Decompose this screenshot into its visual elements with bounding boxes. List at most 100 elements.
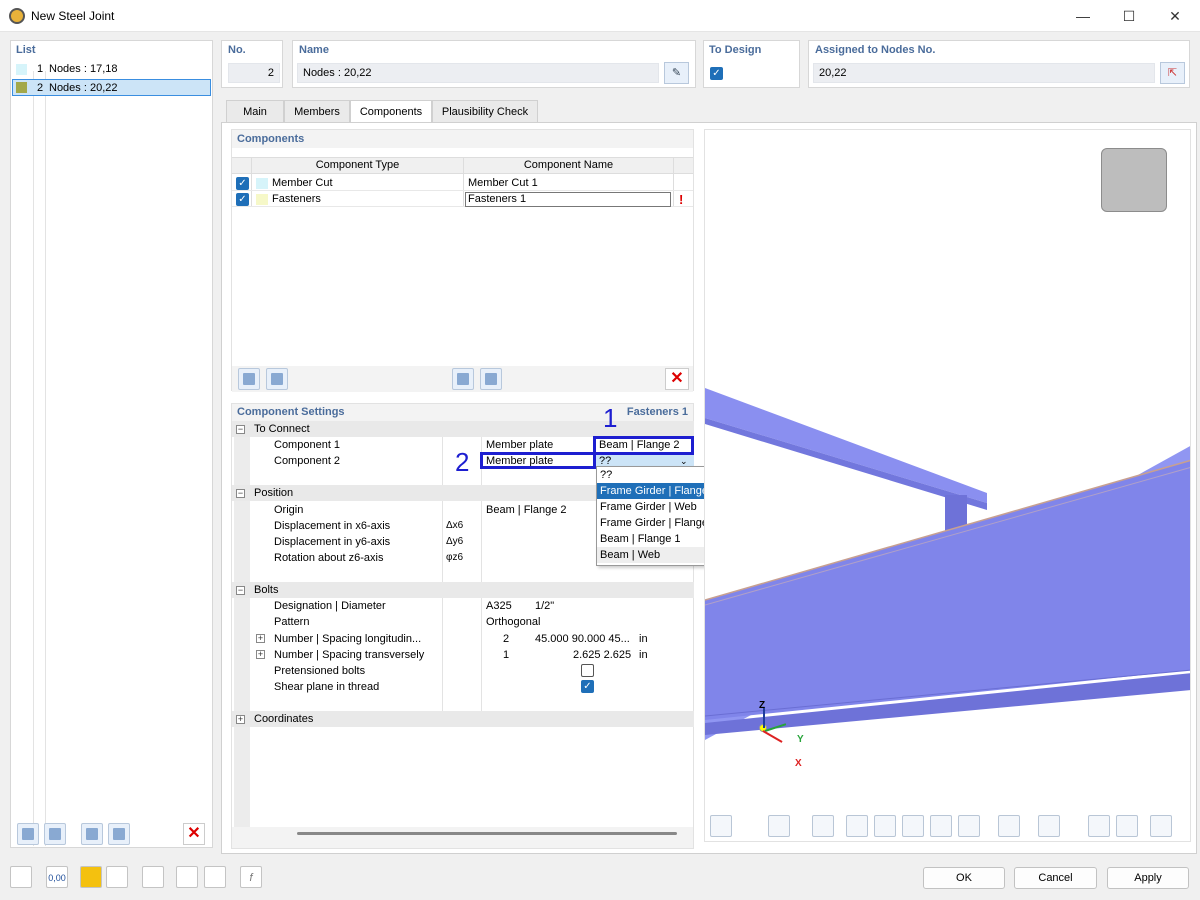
- component-type-cell: Fasteners: [272, 193, 321, 205]
- tab-components[interactable]: Components: [350, 100, 432, 123]
- show-results-icon[interactable]: [812, 815, 834, 837]
- save-icon[interactable]: [480, 368, 502, 390]
- 3d-view[interactable]: Z Y X: [704, 129, 1191, 842]
- collapse-icon[interactable]: −: [236, 586, 245, 595]
- delete-component-icon[interactable]: ✕: [665, 368, 689, 390]
- spacing-longitudinal-number[interactable]: 2: [503, 631, 509, 647]
- pattern-value[interactable]: Orthogonal: [486, 614, 540, 630]
- uncheck-all-icon[interactable]: [108, 823, 130, 845]
- list-item[interactable]: 1 Nodes : 17,18: [12, 61, 211, 78]
- view-z-icon[interactable]: [902, 815, 924, 837]
- print-icon[interactable]: [1038, 815, 1060, 837]
- table-row[interactable]: ✓ Fasteners Fasteners 1 !: [232, 191, 693, 207]
- tab-main[interactable]: Main: [226, 100, 284, 122]
- help-icon[interactable]: [10, 866, 32, 888]
- render-mode-icon[interactable]: [958, 815, 980, 837]
- spacing-longitudinal-label: Number | Spacing longitudin...: [274, 633, 422, 645]
- collapse-icon[interactable]: −: [236, 425, 245, 434]
- units-icon[interactable]: 0,00: [46, 866, 68, 888]
- list-item-selected[interactable]: 2 Nodes : 20,22: [12, 79, 211, 96]
- view-y-icon[interactable]: [874, 815, 896, 837]
- ok-button[interactable]: OK: [923, 867, 1005, 889]
- assigned-nodes-field[interactable]: 20,22: [813, 63, 1155, 83]
- spacing-longitudinal-values[interactable]: 45.000 90.000 45...: [535, 631, 630, 647]
- check-all-icon[interactable]: [81, 823, 103, 845]
- import-icon[interactable]: [176, 866, 198, 888]
- list-header: List: [16, 44, 36, 56]
- axis-y-label: Y: [797, 734, 804, 745]
- move-up-icon[interactable]: [238, 368, 260, 390]
- transparency-icon[interactable]: [998, 815, 1020, 837]
- pretensioned-label: Pretensioned bolts: [274, 665, 366, 677]
- collapse-icon[interactable]: −: [236, 489, 245, 498]
- settings-header: Component Settings: [237, 406, 345, 418]
- shear-plane-checkbox[interactable]: ✓: [581, 680, 594, 693]
- number-label: No.: [228, 44, 246, 56]
- section-title: Coordinates: [254, 713, 314, 725]
- display-options-icon[interactable]: [768, 815, 790, 837]
- close-button[interactable]: ✕: [1152, 0, 1198, 32]
- expand-icon[interactable]: +: [236, 715, 245, 724]
- view-x-icon[interactable]: [846, 815, 868, 837]
- app-icon: [9, 8, 25, 24]
- edit-name-icon[interactable]: ✎: [664, 62, 689, 84]
- minimize-button[interactable]: —: [1060, 0, 1106, 32]
- axis-z-label: Z: [759, 700, 766, 711]
- annotation-number-1: 1: [603, 403, 618, 433]
- section-to-connect[interactable]: − To Connect: [232, 421, 694, 437]
- spacing-transverse-unit: in: [639, 649, 648, 661]
- spacing-transverse-values[interactable]: 2.625 2.625: [573, 647, 631, 663]
- bolt-diameter[interactable]: 1/2": [535, 598, 554, 614]
- view-cube-icon[interactable]: [1101, 148, 1167, 212]
- component-checkbox[interactable]: ✓: [236, 177, 249, 190]
- to-design-group: To Design ✓: [703, 40, 800, 88]
- view-options-icon[interactable]: [106, 866, 128, 888]
- formula-icon[interactable]: f: [240, 866, 262, 888]
- cancel-button[interactable]: Cancel: [1014, 867, 1097, 889]
- move-down-icon[interactable]: [266, 368, 288, 390]
- component-color-swatch: [256, 194, 268, 205]
- spacing-transverse-number[interactable]: 1: [503, 647, 509, 663]
- export-icon[interactable]: [204, 866, 226, 888]
- number-field[interactable]: 2: [228, 63, 280, 83]
- displacement-y-symbol: Δy6: [446, 536, 464, 547]
- section-bolts[interactable]: − Bolts: [232, 582, 694, 598]
- component-name-input[interactable]: Fasteners 1: [465, 192, 671, 207]
- list-item-label: Nodes : 17,18: [49, 63, 118, 75]
- delete-item-icon[interactable]: ✕: [183, 823, 205, 845]
- copy-item-icon[interactable]: [44, 823, 66, 845]
- table-row[interactable]: ✓ Member Cut Member Cut 1: [232, 175, 693, 191]
- component-name-cell[interactable]: Member Cut 1: [468, 177, 538, 189]
- section-coordinates[interactable]: + Coordinates: [232, 711, 694, 727]
- maximize-button[interactable]: ☐: [1106, 0, 1152, 32]
- new-item-icon[interactable]: [17, 823, 39, 845]
- view-iso-icon[interactable]: [930, 815, 952, 837]
- name-field[interactable]: Nodes : 20,22: [297, 63, 659, 83]
- title-bar: New Steel Joint — ☐ ✕: [0, 0, 1200, 32]
- pick-nodes-icon[interactable]: ⇱: [1160, 62, 1185, 84]
- transfer-icon[interactable]: [452, 368, 474, 390]
- origin-value[interactable]: Beam | Flange 2: [486, 502, 567, 518]
- reset-view-icon[interactable]: [1116, 815, 1138, 837]
- expand-icon[interactable]: +: [256, 634, 265, 643]
- display-icon[interactable]: [142, 866, 164, 888]
- bolt-grade[interactable]: A325: [486, 598, 512, 614]
- component-checkbox[interactable]: ✓: [236, 193, 249, 206]
- horizontal-scrollbar[interactable]: [297, 832, 677, 835]
- tab-members[interactable]: Members: [284, 100, 350, 122]
- to-design-checkbox[interactable]: ✓: [710, 67, 723, 80]
- exit-view-icon[interactable]: [1150, 815, 1172, 837]
- apply-button[interactable]: Apply: [1107, 867, 1189, 889]
- steel-joint-model: [705, 388, 1190, 740]
- export-dxf-icon[interactable]: [1088, 815, 1110, 837]
- expand-icon[interactable]: +: [256, 650, 265, 659]
- component2-label: Component 2: [274, 455, 341, 467]
- color-icon[interactable]: [80, 866, 102, 888]
- list-panel: List 1 Nodes : 17,18 2 Nodes : 20,22 ✕: [10, 40, 213, 848]
- pretensioned-checkbox[interactable]: [581, 664, 594, 677]
- designation-label: Designation | Diameter: [274, 600, 386, 612]
- name-group: Name Nodes : 20,22 ✎: [292, 40, 696, 88]
- view-settings-icon[interactable]: [710, 815, 732, 837]
- tab-plausibility-check[interactable]: Plausibility Check: [432, 100, 538, 122]
- to-design-label: To Design: [709, 44, 762, 56]
